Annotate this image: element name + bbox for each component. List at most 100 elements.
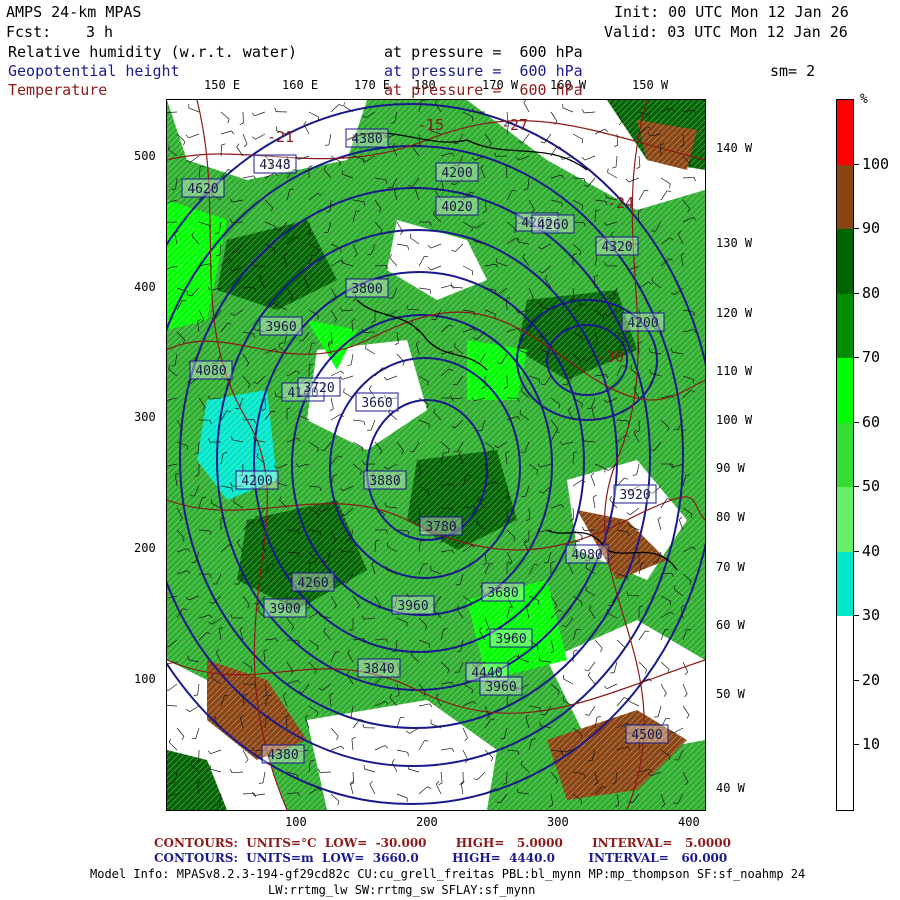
colorbar-tick (853, 679, 859, 681)
height-label: 4348 (259, 158, 290, 173)
temperature-label: -27 (501, 116, 528, 134)
x-tick-label: 200 (416, 815, 438, 829)
colorbar-label: 10 (862, 735, 881, 754)
colorbar-segment (837, 487, 853, 553)
model-info: Model Info: MPASv8.2.3-194-gf29cd82c CU:… (90, 867, 806, 881)
height-label: 3880 (369, 474, 400, 489)
right-lon-label: 130 W (716, 236, 753, 250)
field-height-level: at pressure = 600 hPa (384, 62, 583, 80)
colorbar-tick (853, 163, 859, 165)
height-label: 4200 (627, 316, 658, 331)
height-label: 4320 (601, 240, 632, 255)
colorbar-label: 60 (862, 412, 881, 431)
colorbar-tick (853, 421, 859, 423)
wind-barb-flag (409, 450, 414, 453)
height-label: 3960 (265, 320, 296, 335)
wind-barb (572, 452, 574, 465)
right-lon-label: 140 W (716, 141, 753, 155)
field-rh-level: at pressure = 600 hPa (384, 43, 583, 61)
height-label: 3920 (619, 488, 650, 503)
wind-barb-flag (669, 601, 672, 606)
wind-barb-flag (311, 254, 316, 256)
wind-barb (308, 595, 310, 608)
colorbar-segment (837, 293, 853, 360)
wind-barb-flag (509, 606, 514, 608)
height-label: 4260 (537, 218, 568, 233)
colorbar-tick (853, 357, 859, 359)
field-temp-level: at pressure = 600 hPa (384, 81, 583, 99)
wind-barb-flag (607, 604, 612, 607)
fcst-label: Fcst: (6, 23, 52, 41)
height-label: 3800 (351, 282, 382, 297)
right-lon-label: 50 W (716, 687, 745, 701)
height-label: 4200 (441, 166, 472, 181)
colorbar-label: 90 (862, 219, 881, 238)
field-height-name: Geopotential height (8, 62, 180, 80)
colorbar-segment (837, 422, 853, 489)
right-lon-label: 120 W (716, 306, 753, 320)
colorbar-segment (837, 164, 853, 231)
wind-barb-flag (431, 318, 436, 320)
height-label: 3720 (303, 381, 334, 396)
wind-barb-flag (654, 716, 659, 718)
height-label: 4380 (267, 748, 298, 763)
colorbar-segment (837, 229, 853, 295)
wind-barb-flag (270, 563, 275, 566)
valid-time: Valid: 03 UTC Mon 12 Jan 26 (604, 23, 848, 41)
height-label: 4500 (631, 728, 662, 743)
height-label: 3960 (495, 632, 526, 647)
rh-colorbar (836, 99, 854, 811)
height-label: 4380 (351, 132, 382, 147)
field-temp-name: Temperature (8, 81, 108, 99)
height-label: 3780 (425, 520, 456, 535)
height-label: 4260 (297, 576, 328, 591)
right-lon-label: 110 W (716, 364, 753, 378)
wind-barb (264, 397, 266, 410)
wind-barb-flag (563, 696, 565, 701)
top-lon-label: 160 E (282, 78, 319, 92)
wind-barb-flag (355, 210, 360, 212)
wind-barb (286, 529, 299, 531)
colorbar-label: 20 (862, 670, 881, 689)
wind-barb (660, 144, 662, 157)
temp-contour-info: CONTOURS: UNITS=°C LOW= -30.000 HIGH= 5.… (154, 836, 731, 850)
weather-map[interactable]: 4380 4348 4260 4020 4200 4620 4260 4320 4080 4200… (166, 99, 706, 811)
colorbar-segment (837, 745, 853, 810)
colorbar-label: 40 (862, 541, 881, 560)
height-label: 3960 (397, 599, 428, 614)
colorbar-tick (853, 292, 859, 294)
y-tick-label: 200 (134, 541, 156, 555)
y-tick-label: 400 (134, 280, 156, 294)
height-label: 3960 (485, 680, 516, 695)
wind-barb-flag (561, 202, 563, 207)
top-lon-label: 150 E (204, 78, 241, 92)
colorbar-label: 70 (862, 348, 881, 367)
wind-barb (363, 331, 376, 333)
y-tick-label: 100 (134, 672, 156, 686)
wind-barb (572, 177, 585, 179)
x-tick-label: 300 (547, 815, 569, 829)
wind-barb-flag (512, 190, 517, 192)
right-lon-label: 80 W (716, 510, 745, 524)
wind-barb-flag (182, 300, 187, 302)
y-tick-label: 300 (134, 410, 156, 424)
colorbar-segment (837, 358, 853, 424)
x-tick-label: 400 (678, 815, 700, 829)
colorbar-label: 100 (862, 154, 890, 173)
y-tick-label: 500 (134, 149, 156, 163)
temperature-label: -30 (597, 348, 624, 366)
wind-barb (319, 771, 332, 773)
model-title: AMPS 24-km MPAS (6, 3, 142, 21)
colorbar-label: 30 (862, 606, 881, 625)
wind-barb-flag (562, 674, 565, 679)
wind-barb-flag (641, 562, 646, 564)
x-tick-label: 100 (285, 815, 307, 829)
colorbar-tick (853, 486, 859, 488)
colorbar-label: 50 (862, 477, 881, 496)
top-lon-label: 150 W (632, 78, 669, 92)
map-graphics: 4380 4348 4260 4020 4200 4620 4260 4320 4080 4200… (167, 100, 705, 810)
fcst-value: 3 h (86, 23, 114, 41)
height-label: 4080 (571, 548, 602, 563)
height-label: 3680 (487, 586, 518, 601)
right-lon-label: 70 W (716, 560, 745, 574)
